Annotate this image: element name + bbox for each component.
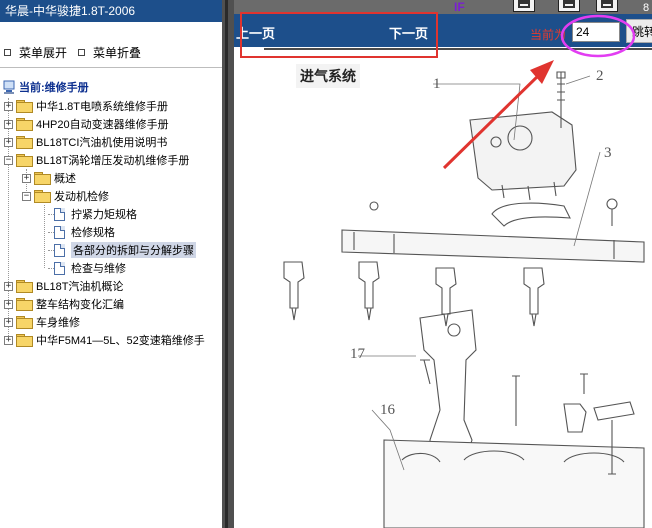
callout-3: 3: [604, 145, 612, 161]
callout-1: 1: [433, 76, 441, 92]
tree-item-label: 检修规格: [71, 227, 115, 239]
menu-collapse-label: 菜单折叠: [93, 46, 142, 60]
tree-item-label: 中华F5M41—5L、52变速箱维修手: [36, 335, 205, 347]
document-icon: [54, 225, 65, 239]
computer-icon: [3, 80, 15, 94]
injector-group: [283, 261, 545, 327]
window-icon: [518, 0, 530, 8]
expand-plus-icon[interactable]: +: [22, 173, 31, 183]
toolbar-mark: IF: [454, 0, 465, 14]
tree-item-torque[interactable]: 拧紧力矩规格: [54, 205, 137, 223]
window-icon: [563, 0, 575, 8]
tree-item-disassembly[interactable]: 各部分的拆卸与分解步骤: [54, 241, 196, 259]
injector-tip: [291, 307, 297, 321]
folder-icon: [16, 316, 33, 329]
expand-plus-icon[interactable]: +: [4, 101, 13, 111]
expand-plus-icon[interactable]: +: [4, 137, 13, 147]
injector-tip: [443, 313, 449, 327]
document-viewer: IF 8 上一页 下一页 当前为 跳转: [234, 0, 652, 528]
collapse-icon: [78, 49, 85, 56]
sidebar: 华晨-中华骏捷1.8T-2006 菜单展开 菜单折叠 当前:维修手册 + 中华1…: [0, 0, 222, 528]
tree-item-manual-1[interactable]: + 中华1.8T电喷系统维修手册: [4, 97, 168, 115]
folder-open-icon: [34, 190, 51, 203]
callout-2: 2: [596, 68, 604, 84]
callout-17: 17: [350, 346, 366, 362]
injector-tip: [366, 307, 372, 321]
menu-expand-button[interactable]: 菜单展开: [4, 44, 67, 61]
tree-item-label: 发动机检修: [54, 191, 109, 203]
nav-underline: [264, 48, 652, 50]
window-icon: [601, 0, 613, 8]
tree-item-label: 概述: [54, 173, 76, 185]
tree-item-label: 整车结构变化汇编: [36, 299, 124, 311]
expand-plus-icon[interactable]: +: [4, 317, 13, 327]
current-page-label: 当前为: [530, 28, 567, 42]
tree-item-check-repair[interactable]: 检查与维修: [54, 259, 126, 277]
page-nav-bar: 上一页 下一页 当前为 跳转: [234, 14, 652, 47]
toolbar-strip: IF 8: [234, 0, 652, 14]
menu-collapse-button[interactable]: 菜单折叠: [78, 44, 141, 61]
tree-item-label: 拧紧力矩规格: [71, 209, 137, 221]
tree-item-manual-5[interactable]: + BL18T汽油机概论: [4, 277, 123, 295]
tree-item-engine-check[interactable]: − 发动机检修: [22, 187, 109, 205]
folder-icon: [16, 100, 33, 113]
expand-plus-icon[interactable]: +: [4, 119, 13, 129]
expand-plus-icon[interactable]: +: [4, 281, 13, 291]
tree-item-manual-4[interactable]: − BL18T涡轮增压发动机维修手册: [4, 151, 189, 169]
sidebar-divider: [0, 67, 222, 68]
tree-item-inspection-spec[interactable]: 检修规格: [54, 223, 115, 241]
folder-icon: [16, 298, 33, 311]
document-icon: [54, 243, 65, 257]
tree-item-label: BL18T汽油机概论: [36, 281, 124, 293]
callout-16: 16: [380, 402, 396, 418]
folder-open-icon: [16, 154, 33, 167]
folder-icon: [16, 118, 33, 131]
document-icon: [54, 207, 65, 221]
fuel-injector: [435, 267, 457, 315]
tree-item-label-selected: 各部分的拆卸与分解步骤: [71, 242, 196, 258]
fuel-injector: [523, 267, 545, 315]
collapse-minus-icon[interactable]: −: [4, 155, 13, 165]
prev-page-link[interactable]: 上一页: [236, 23, 275, 42]
menu-expand-label: 菜单展开: [19, 46, 68, 60]
toolbar-window-button[interactable]: [513, 0, 535, 12]
folder-icon: [16, 280, 33, 293]
tree-item-label: BL18TCI汽油机使用说明书: [36, 137, 168, 149]
collapse-minus-icon[interactable]: −: [22, 191, 31, 201]
expand-plus-icon[interactable]: +: [4, 299, 13, 309]
folder-icon: [16, 334, 33, 347]
tree-item-manual-7[interactable]: + 车身维修: [4, 313, 80, 331]
fuel-injector: [283, 261, 305, 309]
tree-item-label: 中华1.8T电喷系统维修手册: [36, 101, 169, 113]
current-location: 当前:维修手册: [3, 79, 89, 95]
injector-tip: [531, 313, 537, 327]
page-indicator: 8: [643, 2, 650, 14]
tree-item-manual-6[interactable]: + 整车结构变化汇编: [4, 295, 124, 313]
tree-item-label: 检查与维修: [71, 263, 126, 275]
next-page-link[interactable]: 下一页: [389, 23, 428, 42]
app-title: 华晨-中华骏捷1.8T-2006: [0, 0, 222, 22]
tree-item-manual-8[interactable]: + 中华F5M41—5L、52变速箱维修手: [4, 331, 205, 349]
expand-icon: [4, 49, 11, 56]
section-title: 进气系统: [296, 64, 360, 88]
jump-button[interactable]: 跳转: [626, 19, 652, 43]
expand-plus-icon[interactable]: +: [4, 335, 13, 345]
toolbar-window-button[interactable]: [558, 0, 580, 12]
document-icon: [54, 261, 65, 275]
tree-connector: [44, 205, 45, 268]
tree-item-label: 4HP20自动变速器维修手册: [36, 119, 169, 131]
tree-item-label: BL18T涡轮增压发动机维修手册: [36, 155, 190, 167]
folder-icon: [16, 136, 33, 149]
pane-splitter[interactable]: [222, 0, 234, 528]
toolbar-window-button[interactable]: [596, 0, 618, 12]
tree-item-manual-3[interactable]: + BL18TCI汽油机使用说明书: [4, 133, 167, 151]
fuel-injector: [358, 261, 380, 309]
folder-icon: [34, 172, 51, 185]
page-number-input[interactable]: [572, 22, 620, 42]
current-location-label: 当前:维修手册: [19, 82, 89, 94]
tree-item-manual-2[interactable]: + 4HP20自动变速器维修手册: [4, 115, 169, 133]
tree-item-overview[interactable]: + 概述: [22, 169, 76, 187]
tree-item-label: 车身维修: [36, 317, 80, 329]
intake-system-diagram: 1 2 3 16 17: [283, 68, 645, 528]
